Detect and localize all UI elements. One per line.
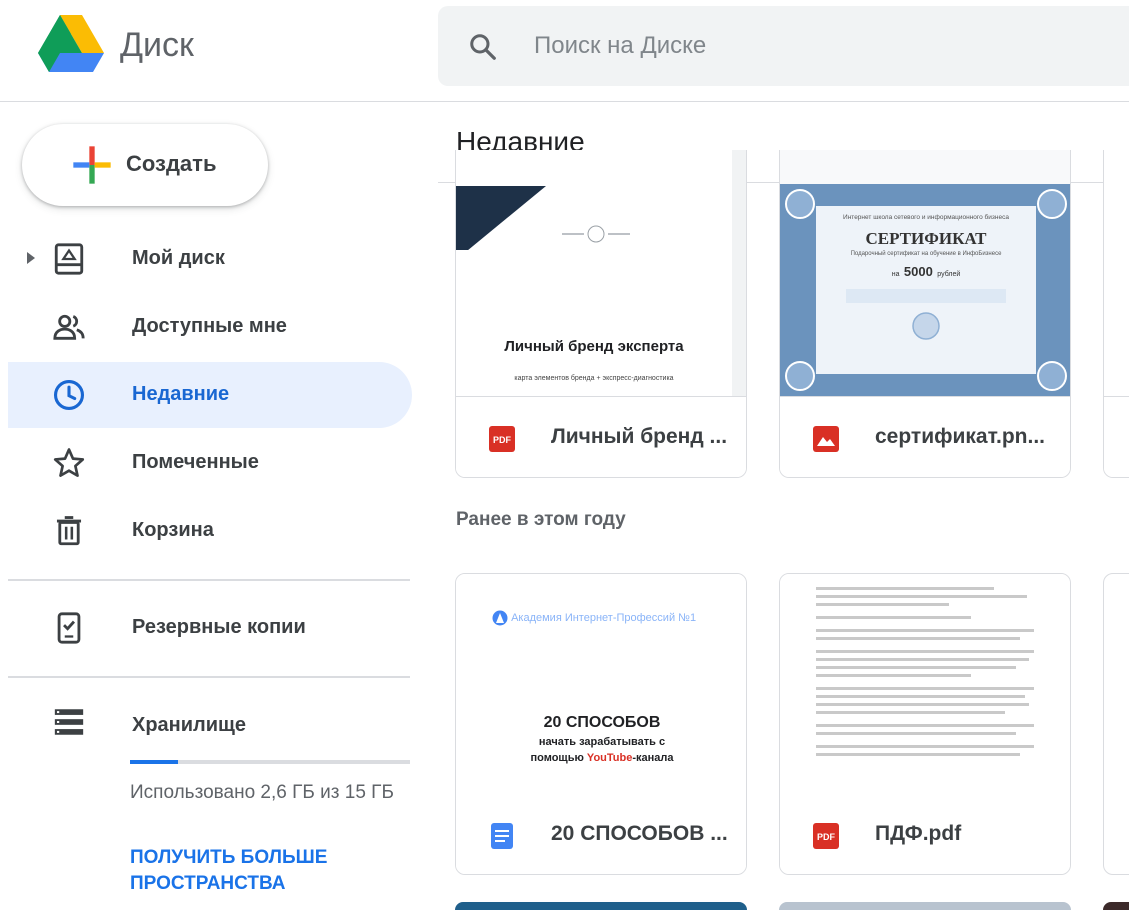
cert-title: СЕРТИФИКАТ: [865, 229, 987, 248]
app-title[interactable]: Диск: [120, 26, 194, 65]
sidebar-item-label: Резервные копии: [132, 616, 306, 638]
sidebar-item-label: Мой диск: [132, 247, 225, 269]
sidebar-item-starred[interactable]: Помеченные: [8, 430, 412, 496]
thumb-title: Личный бренд эксперта: [504, 338, 684, 355]
sidebar-item-label: Хранилище: [132, 714, 247, 736]
file-card-next-row[interactable]: [779, 902, 1071, 910]
thumb-subtitle: карта элементов бренда + экспресс-диагно…: [514, 375, 674, 382]
file-card-footer: PDF Личный бренд ...: [456, 396, 746, 477]
image-file-icon: [813, 426, 839, 452]
file-card-footer: [1104, 396, 1129, 477]
cert-amount: 5000: [903, 264, 933, 279]
file-name: ПДФ.pdf: [875, 822, 962, 845]
get-more-storage-link[interactable]: ПОЛУЧИТЬ БОЛЬШЕ ПРОСТРАНСТВА: [130, 845, 400, 897]
file-card-partial[interactable]: [1103, 573, 1129, 875]
drive-logo-icon[interactable]: [38, 15, 104, 75]
sidebar-item-label: Доступные мне: [132, 315, 287, 337]
sidebar-item-backups[interactable]: Резервные копии: [8, 595, 412, 661]
file-card[interactable]: Академия Интернет-Профессий №1 20 СПОСОБ…: [455, 573, 747, 875]
sidebar-divider: [8, 676, 410, 678]
sidebar-item-recent[interactable]: Недавние: [8, 362, 412, 428]
svg-text:PDF: PDF: [817, 832, 836, 842]
thumb-line3: помощью YouTube-канала: [530, 752, 674, 764]
sidebar-item-label: Помеченные: [132, 451, 259, 473]
sidebar-item-trash[interactable]: Корзина: [8, 498, 412, 564]
storage-usage-text: Использовано 2,6 ГБ из 15 ГБ: [130, 782, 394, 803]
pdf-text-preview: [816, 582, 1038, 761]
backup-icon: [57, 612, 81, 644]
clock-icon: [53, 379, 85, 411]
pdf-file-icon: PDF: [489, 426, 515, 452]
sidebar-item-my-drive[interactable]: Мой диск: [8, 226, 412, 292]
app-header: Диск: [0, 0, 1129, 102]
sidebar-item-shared[interactable]: Доступные мне: [8, 294, 412, 360]
file-thumbnail[interactable]: Академия Интернет-Профессий №1 20 СПОСОБ…: [456, 574, 746, 794]
doc-file-icon: [491, 823, 513, 849]
sidebar-divider: [8, 579, 410, 581]
laurel-logo-icon: [562, 225, 630, 243]
cert-subtitle: Подарочный сертификат на обучение в Инфо…: [850, 251, 1002, 257]
file-card[interactable]: Личный бренд эксперта карта элементов бр…: [455, 150, 747, 478]
certificate-preview: Интернет школа сетевого и информационног…: [780, 184, 1070, 396]
thumb-line2: начать зарабатывать с: [538, 736, 666, 748]
academy-logo-icon: [492, 610, 508, 626]
file-thumbnail[interactable]: Личный бренд эксперта карта элементов бр…: [456, 150, 746, 396]
search-bar[interactable]: [438, 6, 1129, 86]
file-card[interactable]: Интернет школа сетевого и информационног…: [779, 150, 1071, 478]
pdf-page-preview: Личный бренд эксперта карта элементов бр…: [456, 150, 732, 396]
create-new-button[interactable]: Создать: [22, 124, 268, 206]
thumb-brand: Академия Интернет-Профессий №1: [492, 610, 696, 626]
certificate-inner: Интернет школа сетевого и информационног…: [816, 206, 1036, 374]
cert-amount-suffix: рублей: [937, 271, 961, 278]
file-name: сертификат.pn...: [875, 425, 1046, 448]
plus-icon: [73, 146, 111, 184]
thumb-title: 20 СПОСОБОВ: [543, 714, 661, 731]
sidebar-item-label: Корзина: [132, 519, 214, 541]
file-card-next-row[interactable]: [455, 902, 747, 910]
file-card[interactable]: PDF ПДФ.pdf: [779, 573, 1071, 875]
people-icon: [53, 314, 85, 340]
file-name: 20 СПОСОБОВ ...: [551, 822, 728, 845]
file-card-footer: PDF ПДФ.pdf: [780, 794, 1070, 874]
search-input[interactable]: [534, 26, 1094, 66]
storage-progress-fill: [130, 760, 178, 764]
expand-caret-icon[interactable]: [26, 251, 36, 265]
file-thumbnail[interactable]: Интернет школа сетевого и информационног…: [780, 150, 1070, 396]
svg-text:PDF: PDF: [493, 435, 512, 445]
storage-icon: [54, 709, 84, 735]
drive-icon: [54, 243, 84, 275]
file-card-partial[interactable]: [1103, 150, 1129, 478]
cert-name-field: [846, 289, 1006, 303]
sidebar-item-storage[interactable]: Хранилище: [8, 693, 412, 759]
section-title-earlier: Ранее в этом году: [456, 509, 626, 530]
file-thumbnail[interactable]: [780, 574, 1070, 794]
star-icon: [53, 448, 85, 477]
file-card-next-row[interactable]: [1103, 902, 1129, 910]
search-icon[interactable]: [468, 32, 498, 62]
cert-amount-prefix: на: [891, 271, 900, 278]
storage-progress-bar: [130, 760, 410, 764]
file-card-footer: сертификат.pn...: [780, 396, 1070, 477]
cert-heading: Интернет школа сетевого и информационног…: [843, 214, 1009, 221]
cert-seal-icon: [912, 312, 940, 340]
trash-icon: [56, 516, 82, 546]
pdf-file-icon: PDF: [813, 823, 839, 849]
file-name: Личный бренд ...: [551, 425, 728, 448]
file-card-footer: 20 СПОСОБОВ ...: [456, 794, 746, 874]
sidebar-item-label: Недавние: [132, 383, 230, 405]
create-new-label: Создать: [126, 151, 217, 176]
